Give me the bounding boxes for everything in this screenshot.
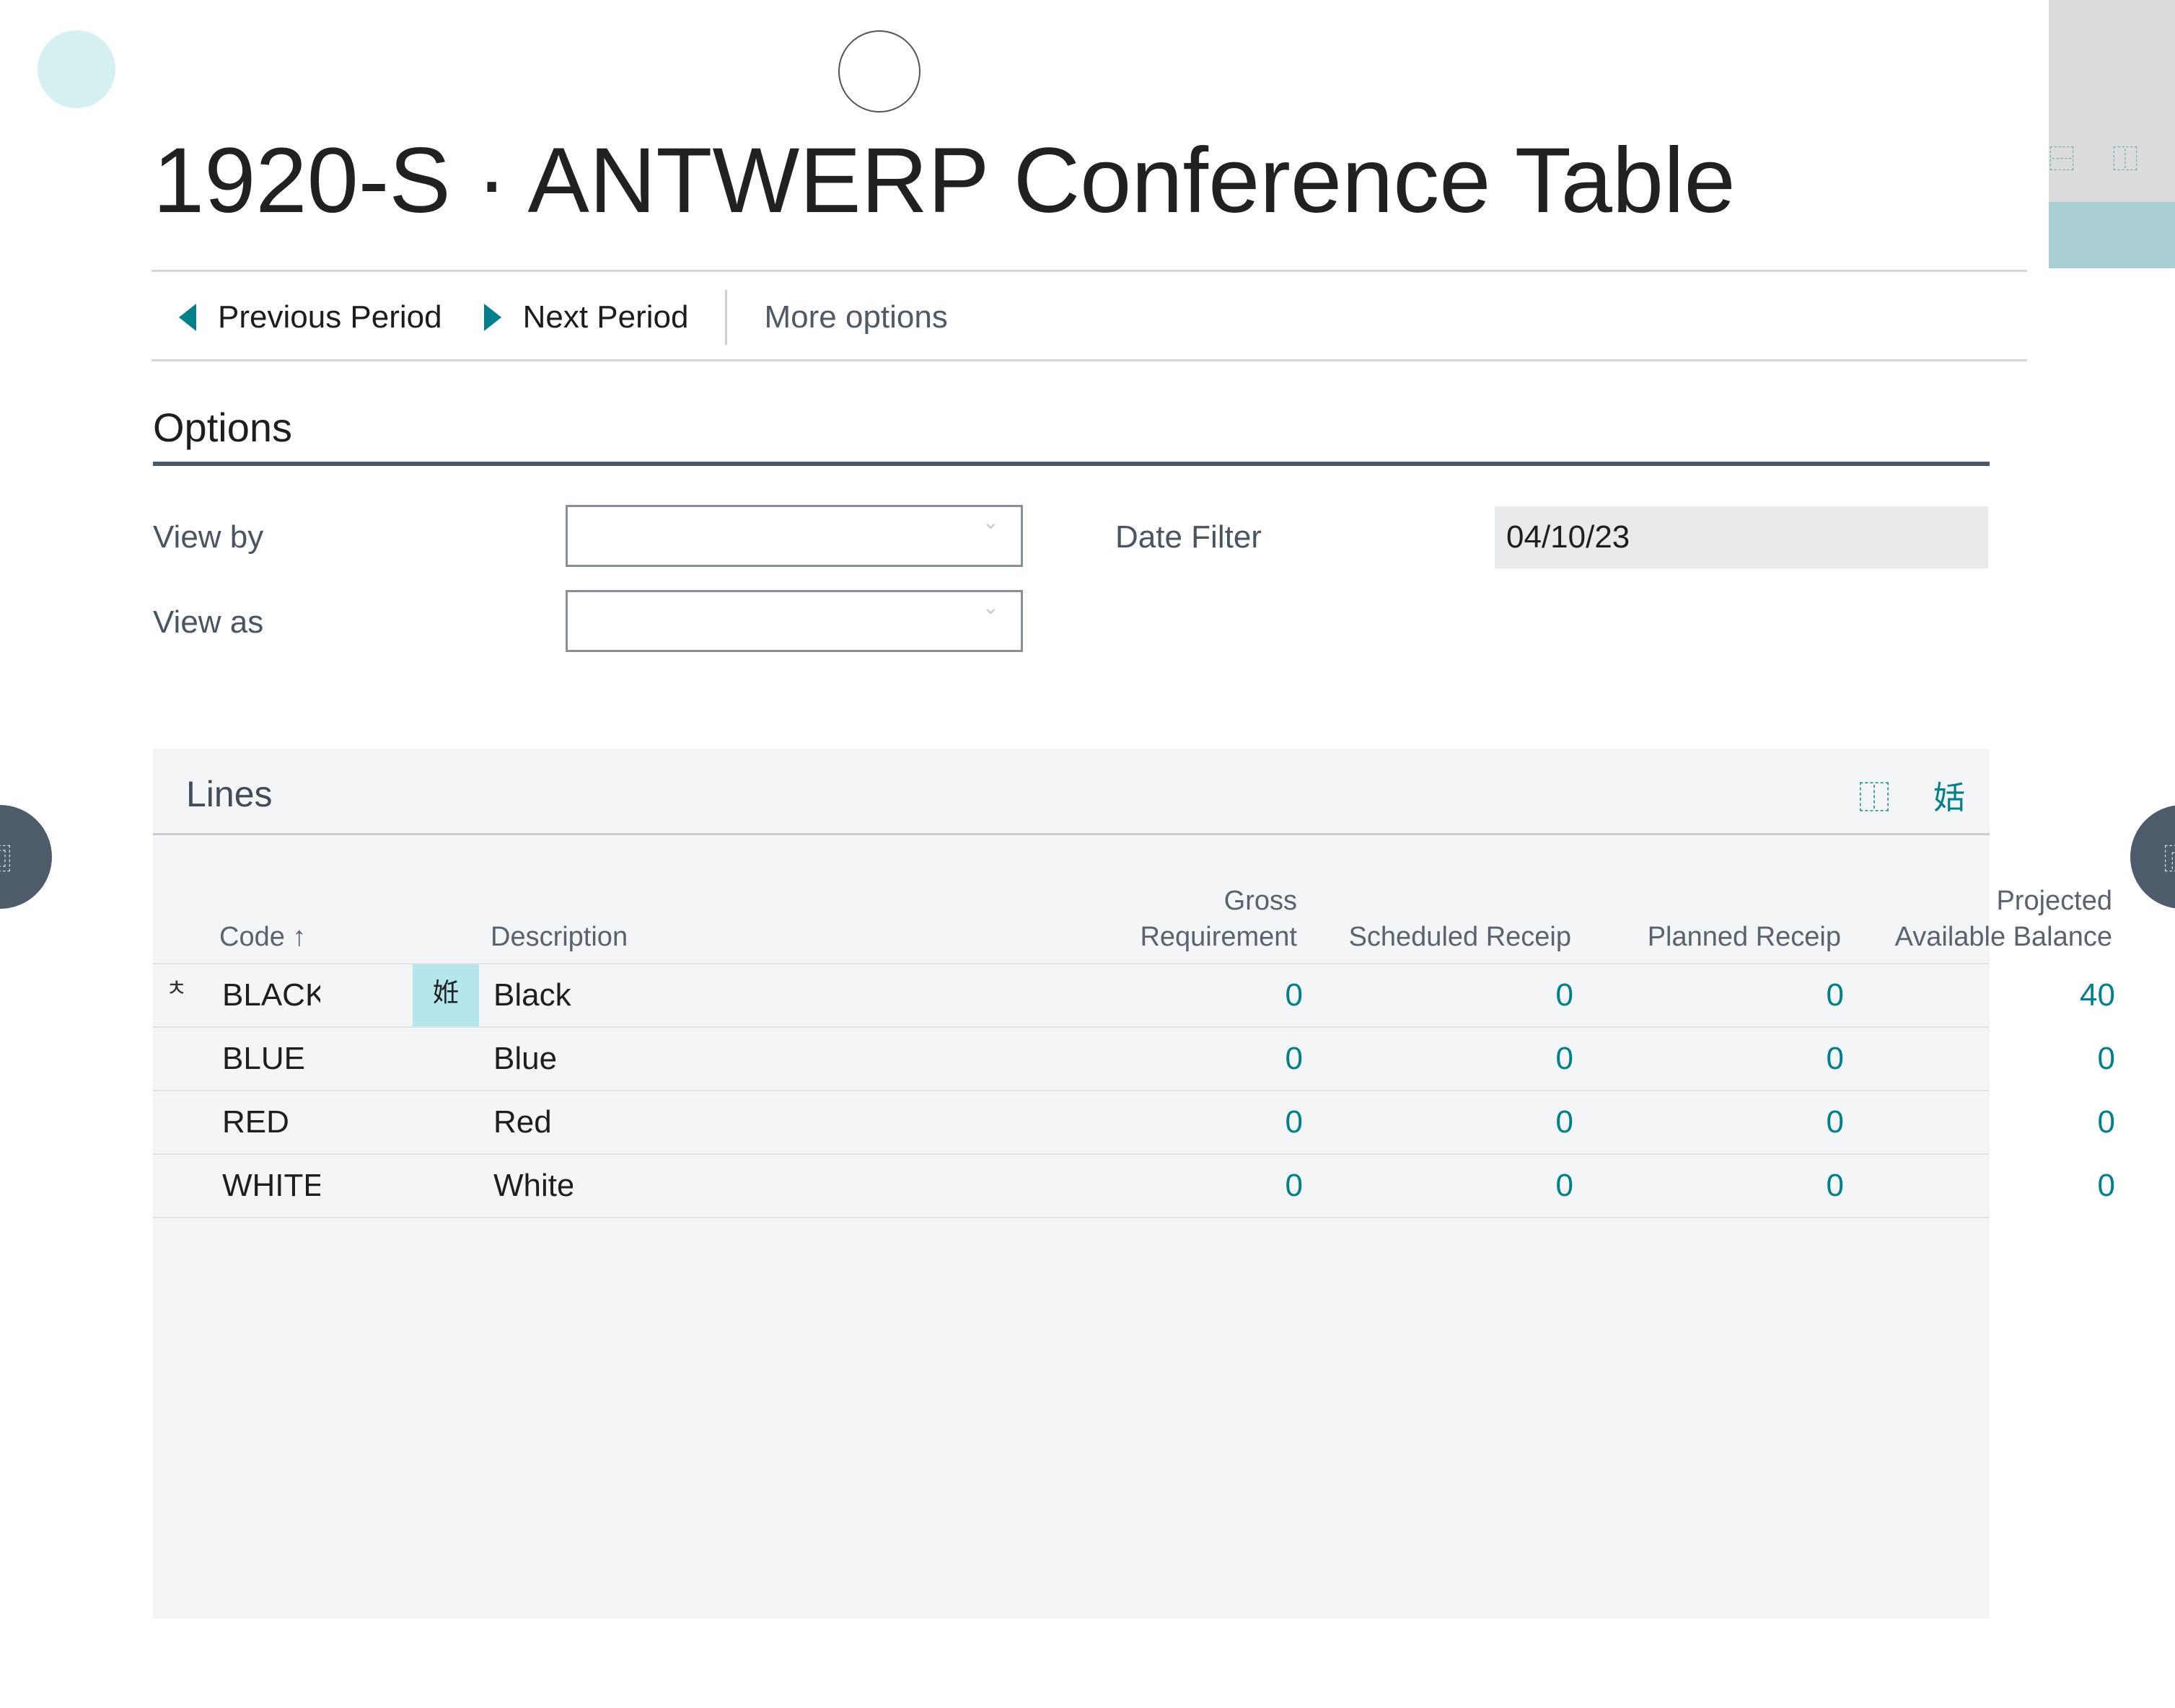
action-bar: Previous Period Next Period More options — [179, 289, 948, 346]
previous-period-label: Previous Period — [218, 299, 442, 335]
next-period-label: Next Period — [522, 299, 689, 335]
strip-icon: ⿱ — [2049, 145, 2075, 175]
row-projected-balance[interactable]: 40 — [1848, 964, 2115, 1026]
gross-header-line1: Gross — [1223, 886, 1297, 916]
focus-indicator-circle — [838, 30, 920, 113]
row-description[interactable]: Black — [493, 964, 573, 1026]
date-filter-label: Date Filter — [1115, 519, 1262, 555]
options-section-title[interactable]: Options — [153, 404, 292, 451]
table-row[interactable]: ㅊ BLACK 姙 Black 0 0 0 40 — [153, 963, 2115, 1026]
row-planned-receipt[interactable]: 0 — [1578, 1028, 1844, 1090]
options-section-rule — [153, 462, 1990, 466]
sort-ascending-icon: ↑ — [292, 922, 307, 952]
row-code[interactable]: BLACK — [222, 964, 320, 1026]
divider — [151, 270, 2027, 272]
previous-period-button[interactable]: Previous Period — [179, 299, 442, 335]
row-projected-balance[interactable]: 0 — [1848, 1028, 2115, 1090]
page-title: 1920-S · ANTWERP Conference Table — [153, 129, 1736, 232]
row-projected-balance[interactable]: 0 — [1848, 1155, 2115, 1217]
background-page-strip: ⿱ ⿰ — [2049, 0, 2175, 268]
strip-icon: ⿰ — [2112, 145, 2139, 175]
row-planned-receipt[interactable]: 0 — [1578, 1091, 1844, 1153]
previous-record-button[interactable]: ⿴ — [0, 805, 52, 909]
column-header-description[interactable]: Description — [491, 919, 628, 955]
row-code[interactable]: RED — [222, 1091, 320, 1153]
lines-panel: Lines ⿰ 姡 Code ↑ Description Gross Requi… — [153, 749, 2115, 1619]
column-header-projected-balance[interactable]: Projected Available Balance — [1754, 883, 2112, 955]
row-gross-requirement[interactable]: 0 — [1019, 1155, 1303, 1217]
column-header-code[interactable]: Code ↑ — [219, 919, 306, 955]
chevron-down-icon: ⌄ — [982, 510, 999, 534]
decorative-dot — [38, 30, 115, 108]
table-row[interactable]: BLUE Blue 0 0 0 0 — [153, 1026, 2115, 1090]
row-description[interactable]: Red — [493, 1091, 573, 1153]
table-row[interactable]: WHITE White 0 0 0 0 — [153, 1153, 2115, 1218]
row-code[interactable]: WHITE — [222, 1155, 320, 1217]
chevron-down-icon: ⌄ — [982, 595, 999, 619]
projected-header-line2: Available Balance — [1894, 922, 2112, 952]
view-as-label: View as — [153, 604, 264, 640]
next-record-button[interactable]: ⿸ — [2130, 805, 2175, 909]
expand-icon[interactable]: 姡 — [1933, 772, 1965, 818]
row-description[interactable]: Blue — [493, 1028, 573, 1090]
row-scheduled-receipt[interactable]: 0 — [1307, 964, 1573, 1026]
view-as-select[interactable]: ⌄ — [566, 590, 1023, 652]
row-description[interactable]: White — [493, 1155, 573, 1217]
action-separator — [724, 290, 727, 345]
strip-bar — [2049, 202, 2175, 268]
lines-header: Lines ⿰ 姡 — [153, 749, 1990, 835]
caret-left-icon — [179, 304, 196, 331]
divider — [151, 359, 2027, 361]
caret-right-icon — [483, 304, 501, 331]
projected-header-line1: Projected — [1996, 886, 2112, 916]
more-options-button[interactable]: More options — [765, 299, 948, 335]
table-row[interactable]: RED Red 0 0 0 0 — [153, 1090, 2115, 1153]
code-header-label: Code — [219, 922, 285, 952]
next-record-icon: ⿸ — [2163, 836, 2175, 878]
row-code[interactable]: BLUE — [222, 1028, 320, 1090]
row-projected-balance[interactable]: 0 — [1848, 1091, 2115, 1153]
current-row-marker-icon: ㅊ — [166, 974, 188, 1002]
next-period-button[interactable]: Next Period — [483, 299, 689, 335]
row-gross-requirement[interactable]: 0 — [1019, 1091, 1303, 1153]
row-gross-requirement[interactable]: 0 — [1019, 964, 1303, 1026]
lines-title[interactable]: Lines — [186, 773, 273, 815]
share-icon[interactable]: ⿰ — [1858, 772, 1890, 818]
page: ⿱ ⿰ ⿴ ⿸ 1920-S · ANTWERP Conference Tabl… — [0, 0, 2175, 1708]
row-actions-icon[interactable]: 姙 — [413, 964, 479, 1026]
date-filter-input[interactable]: 04/10/23 — [1495, 506, 1988, 568]
row-scheduled-receipt[interactable]: 0 — [1307, 1155, 1573, 1217]
row-scheduled-receipt[interactable]: 0 — [1307, 1091, 1573, 1153]
row-gross-requirement[interactable]: 0 — [1019, 1028, 1303, 1090]
previous-record-icon: ⿴ — [0, 836, 12, 878]
view-by-label: View by — [153, 519, 264, 555]
row-scheduled-receipt[interactable]: 0 — [1307, 1028, 1573, 1090]
row-planned-receipt[interactable]: 0 — [1578, 1155, 1844, 1217]
view-by-select[interactable]: ⌄ — [566, 505, 1023, 567]
row-planned-receipt[interactable]: 0 — [1578, 964, 1844, 1026]
